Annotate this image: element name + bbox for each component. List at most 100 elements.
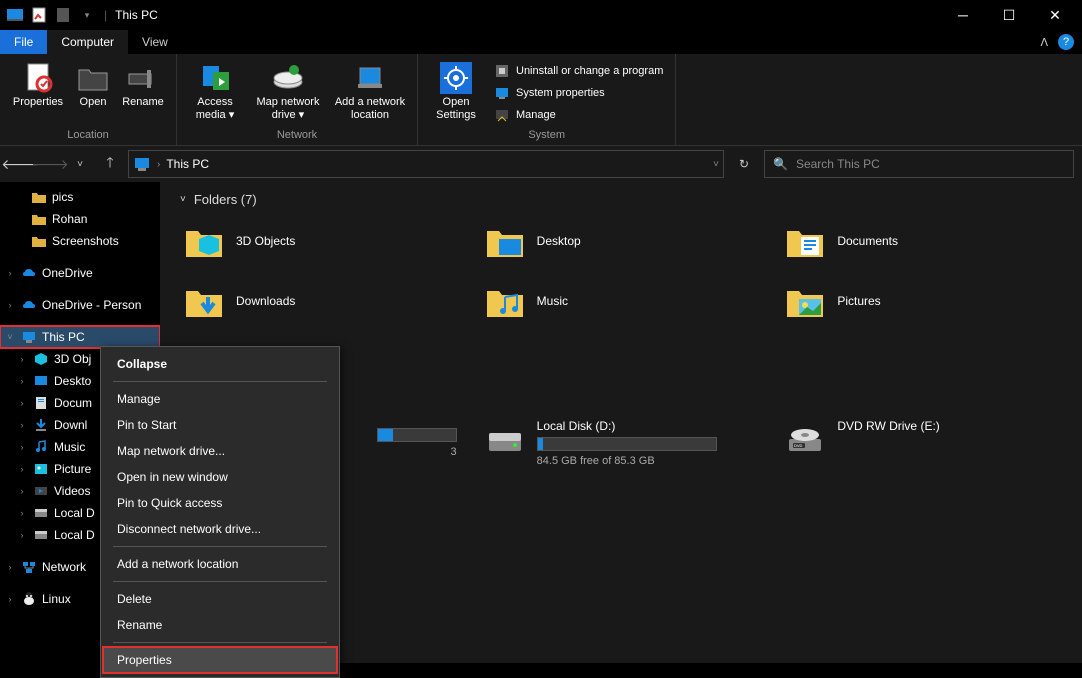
forward-button[interactable]: 🡒	[38, 152, 62, 176]
drive-label: DVD RW Drive (E:)	[837, 419, 939, 433]
desktop-icon	[32, 372, 50, 390]
up-button[interactable]: 🡑	[98, 152, 122, 176]
recent-dropdown[interactable]: ˅	[68, 152, 92, 176]
collapse-ribbon-icon[interactable]: ᐱ	[1040, 36, 1048, 49]
ribbon-tabs: File Computer View ᐱ ?	[0, 30, 1082, 54]
tree-item-this-pc[interactable]: ˅This PC	[0, 326, 160, 348]
title-separator: |	[104, 8, 107, 22]
ctx-pin-start[interactable]: Pin to Start	[103, 412, 337, 438]
ctx-add-location[interactable]: Add a network location	[103, 551, 337, 577]
system-properties-button[interactable]: System properties	[490, 84, 667, 102]
settings-icon	[440, 62, 472, 94]
map-drive-icon	[272, 62, 304, 94]
refresh-button[interactable]: ↻	[730, 150, 758, 178]
open-button[interactable]: Open	[72, 58, 114, 109]
ctx-separator	[113, 381, 327, 382]
desktop-folder-icon	[485, 221, 525, 261]
expand-icon[interactable]: ›	[16, 486, 28, 496]
ctx-map-drive[interactable]: Map network drive...	[103, 438, 337, 464]
pictures-folder-icon	[785, 281, 825, 321]
ctx-rename[interactable]: Rename	[103, 612, 337, 638]
expand-icon[interactable]: ›	[16, 354, 28, 364]
expand-icon[interactable]: ›	[16, 420, 28, 430]
ctx-disconnect[interactable]: Disconnect network drive...	[103, 516, 337, 542]
expand-icon[interactable]: ›	[16, 530, 28, 540]
properties-button[interactable]: Properties	[8, 58, 68, 109]
address-segment[interactable]: This PC	[166, 157, 209, 171]
manage-button[interactable]: Manage	[490, 106, 667, 124]
address-bar[interactable]: › This PC ˅	[128, 150, 724, 178]
folder-downloads[interactable]: Downloads	[180, 277, 461, 325]
minimize-button[interactable]: ─	[940, 0, 986, 30]
qat-dropdown-icon[interactable]: ▾	[76, 4, 98, 26]
expand-icon[interactable]: ›	[4, 300, 16, 310]
folder-documents[interactable]: Documents	[781, 217, 1062, 265]
ctx-open-new[interactable]: Open in new window	[103, 464, 337, 490]
folder-music[interactable]: Music	[481, 277, 762, 325]
back-button[interactable]: 🡐	[8, 152, 32, 176]
downloads-folder-icon	[184, 281, 224, 321]
add-location-icon	[354, 62, 386, 94]
drive-e[interactable]: DVD DVD RW Drive (E:)	[781, 415, 1062, 471]
folder-desktop[interactable]: Desktop	[481, 217, 762, 265]
ctx-manage[interactable]: Manage	[103, 386, 337, 412]
expand-icon[interactable]: ›	[16, 464, 28, 474]
tree-item-rohan[interactable]: Rohan	[0, 208, 160, 230]
folder-icon	[30, 232, 48, 250]
tab-view[interactable]: View	[128, 30, 182, 54]
uninstall-button[interactable]: Uninstall or change a program	[490, 62, 667, 80]
search-placeholder: Search This PC	[796, 157, 880, 171]
expand-icon[interactable]: ›	[4, 594, 16, 604]
collapse-icon[interactable]: ˅	[4, 332, 16, 342]
sysprops-icon	[494, 85, 510, 101]
properties-icon	[22, 62, 54, 94]
ctx-separator	[113, 581, 327, 582]
map-drive-button[interactable]: Map network drive ▾	[249, 58, 327, 122]
music-icon	[32, 438, 50, 456]
open-settings-button[interactable]: Open Settings	[426, 58, 486, 122]
search-input[interactable]: 🔍 Search This PC	[764, 150, 1074, 178]
drive-d[interactable]: Local Disk (D:) 84.5 GB free of 85.3 GB	[481, 415, 762, 471]
ctx-collapse[interactable]: Collapse	[103, 351, 337, 377]
help-icon[interactable]: ?	[1058, 34, 1074, 50]
qat-properties-icon[interactable]	[28, 4, 50, 26]
add-location-button[interactable]: Add a network location	[331, 58, 409, 122]
folder-pictures[interactable]: Pictures	[781, 277, 1062, 325]
app-icon	[4, 4, 26, 26]
expand-icon[interactable]: ›	[16, 442, 28, 452]
expand-icon[interactable]: ›	[16, 376, 28, 386]
cloud-icon	[20, 296, 38, 314]
ctx-pin-qa[interactable]: Pin to Quick access	[103, 490, 337, 516]
chevron-right-icon[interactable]: ›	[157, 159, 160, 170]
folder-icon	[30, 188, 48, 206]
expand-icon[interactable]: ›	[4, 562, 16, 572]
ribbon-group-network: Access media ▾ Map network drive ▾ Add a…	[177, 54, 418, 145]
expand-icon[interactable]: ›	[4, 268, 16, 278]
access-media-button[interactable]: Access media ▾	[185, 58, 245, 122]
window-title: This PC	[115, 8, 158, 22]
ctx-delete[interactable]: Delete	[103, 586, 337, 612]
rename-button[interactable]: Rename	[118, 58, 168, 109]
maximize-button[interactable]: ☐	[986, 0, 1032, 30]
tree-item-onedrive-personal[interactable]: ›OneDrive - Person	[0, 294, 160, 316]
cloud-icon	[20, 264, 38, 282]
tree-item-screenshots[interactable]: Screenshots	[0, 230, 160, 252]
tab-computer[interactable]: Computer	[47, 30, 128, 54]
documents-folder-icon	[785, 221, 825, 261]
tab-file[interactable]: File	[0, 30, 47, 54]
drive-icon	[32, 504, 50, 522]
qat-new-icon[interactable]	[52, 4, 74, 26]
tree-item-onedrive[interactable]: ›OneDrive	[0, 262, 160, 284]
close-button[interactable]: ✕	[1032, 0, 1078, 30]
drive-free-text: 84.5 GB free of 85.3 GB	[537, 455, 717, 467]
dvd-icon: DVD	[785, 419, 825, 459]
folders-section-header[interactable]: ˅ Folders (7)	[180, 192, 1062, 207]
manage-icon	[494, 107, 510, 123]
expand-icon[interactable]: ›	[16, 398, 28, 408]
expand-icon[interactable]: ›	[16, 508, 28, 518]
address-dropdown-icon[interactable]: ˅	[713, 159, 719, 170]
folder-3d-objects[interactable]: 3D Objects	[180, 217, 461, 265]
tree-item-pics[interactable]: pics	[0, 186, 160, 208]
ctx-separator	[113, 546, 327, 547]
ctx-properties[interactable]: Properties	[103, 647, 337, 673]
